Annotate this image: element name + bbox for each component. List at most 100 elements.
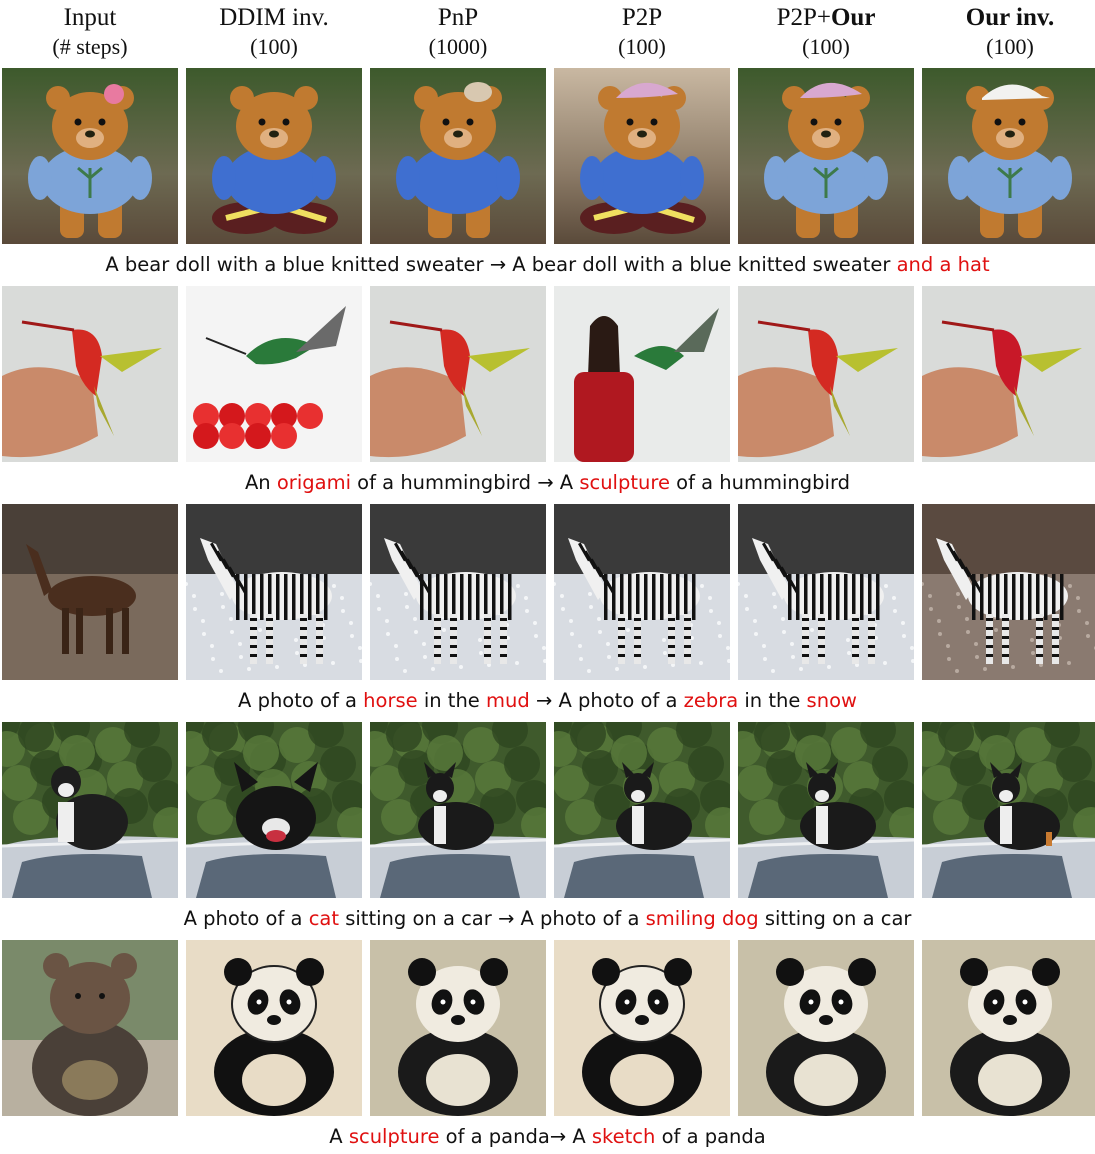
caption-highlight: sculpture: [348, 1125, 440, 1148]
result-image: [186, 68, 362, 244]
teddy-bear-image: [554, 68, 730, 244]
column-header: Our inv. (100): [920, 2, 1095, 61]
hummingbird-image: [186, 286, 362, 462]
result-image: [554, 940, 730, 1116]
caption-text: An: [244, 471, 277, 494]
step-count: (100): [618, 34, 666, 59]
hummingbird-image: [922, 286, 1095, 462]
caption-highlight: cat: [308, 907, 340, 930]
hummingbird-image: [554, 286, 730, 462]
caption-text: A photo of a: [238, 689, 364, 712]
row-caption: An origami of a hummingbird → A sculptur…: [0, 470, 1095, 496]
result-image: [554, 722, 730, 898]
result-image: [554, 286, 730, 462]
row-caption: A bear doll with a blue knitted sweater …: [0, 252, 1095, 278]
result-image: [554, 504, 730, 680]
cat-dog-car-image: [186, 722, 362, 898]
teddy-bear-image: [2, 68, 178, 244]
caption-highlight: and a hat: [896, 253, 990, 276]
result-image: [186, 722, 362, 898]
caption-highlight: mud: [486, 689, 530, 712]
column-header: DDIM inv. (100): [184, 2, 364, 61]
step-count: (100): [802, 34, 850, 59]
horse-zebra-image: [370, 504, 546, 680]
panda-image: [186, 940, 362, 1116]
panda-image: [370, 940, 546, 1116]
caption-highlight: sketch: [591, 1125, 656, 1148]
result-image: [370, 68, 546, 244]
caption-text: A photo of a: [183, 907, 309, 930]
method-name-text: DDIM inv.: [219, 4, 329, 31]
result-image: [554, 68, 730, 244]
method-name-bold: Our: [830, 4, 876, 31]
caption-highlight: sculpture: [579, 471, 670, 494]
result-image: [2, 68, 178, 244]
result-image: [922, 940, 1095, 1116]
result-image: [922, 504, 1095, 680]
result-image: [2, 722, 178, 898]
caption-highlight: origami: [276, 471, 351, 494]
hummingbird-image: [2, 286, 178, 462]
result-image: [186, 504, 362, 680]
horse-zebra-image: [2, 504, 178, 680]
horse-zebra-image: [922, 504, 1095, 680]
cat-dog-car-image: [370, 722, 546, 898]
result-image: [370, 722, 546, 898]
step-count: (100): [250, 34, 298, 59]
result-image: [370, 940, 546, 1116]
row-caption: A photo of a cat sitting on a car → A ph…: [0, 906, 1095, 932]
caption-text: in the: [738, 689, 807, 712]
result-image: [922, 286, 1095, 462]
method-name-text: Input: [63, 4, 117, 31]
cat-dog-car-image: [738, 722, 914, 898]
caption-highlight: smiling dog: [645, 907, 759, 930]
result-image: [186, 940, 362, 1116]
caption-text: → A photo of a: [529, 689, 684, 712]
caption-highlight: horse: [363, 689, 418, 712]
result-image: [186, 286, 362, 462]
teddy-bear-image: [738, 68, 914, 244]
horse-zebra-image: [738, 504, 914, 680]
step-count: (1000): [428, 34, 488, 59]
cat-dog-car-image: [2, 722, 178, 898]
method-name-text: P2P: [621, 4, 663, 31]
teddy-bear-image: [186, 68, 362, 244]
horse-zebra-image: [554, 504, 730, 680]
method-name-bold: Our inv.: [965, 4, 1055, 31]
method-name: P2P: [552, 2, 732, 33]
result-image: [738, 722, 914, 898]
result-image: [370, 286, 546, 462]
row-caption: A sculpture of a panda→ A sketch of a pa…: [0, 1124, 1095, 1150]
method-name: PnP: [368, 2, 548, 33]
column-header: P2P (100): [552, 2, 732, 61]
cat-dog-car-image: [922, 722, 1095, 898]
method-name: P2P+Our: [736, 2, 916, 33]
hummingbird-image: [738, 286, 914, 462]
method-name-text: P2P+: [776, 4, 831, 31]
column-header: Input (# steps): [0, 2, 180, 61]
caption-text: of a hummingbird: [669, 471, 851, 494]
hummingbird-image: [370, 286, 546, 462]
teddy-bear-image: [922, 68, 1095, 244]
result-image: [2, 504, 178, 680]
result-image: [2, 940, 178, 1116]
caption-text: A bear doll with a blue knitted sweater …: [105, 253, 897, 276]
caption-highlight: zebra: [683, 689, 739, 712]
method-name-text: PnP: [437, 4, 479, 31]
row-caption: A photo of a horse in the mud → A photo …: [0, 688, 1095, 714]
result-image: [738, 504, 914, 680]
caption-text: A: [329, 1125, 349, 1148]
result-image: [738, 940, 914, 1116]
panda-image: [2, 940, 178, 1116]
caption-text: sitting on a car: [758, 907, 912, 930]
caption-text: of a hummingbird → A: [350, 471, 580, 494]
result-image: [2, 286, 178, 462]
result-image: [370, 504, 546, 680]
result-image: [922, 68, 1095, 244]
panda-image: [738, 940, 914, 1116]
result-image: [738, 286, 914, 462]
result-image: [922, 722, 1095, 898]
method-name: Our inv.: [920, 2, 1095, 33]
caption-text: sitting on a car → A photo of a: [339, 907, 646, 930]
teddy-bear-image: [370, 68, 546, 244]
